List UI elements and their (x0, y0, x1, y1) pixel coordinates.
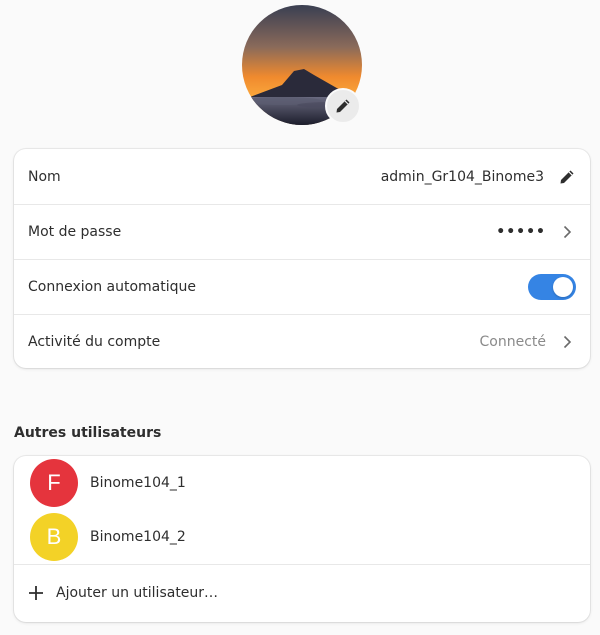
activity-status: Connecté (479, 334, 547, 350)
user-initial: F (47, 470, 61, 495)
user-name: Binome104_1 (90, 475, 186, 491)
account-settings-card: Nom admin_Gr104_Binome3 Mot de passe •••… (14, 149, 590, 368)
name-row: Nom admin_Gr104_Binome3 (14, 149, 590, 204)
user-initial: B (46, 524, 62, 549)
user-avatar-container (242, 5, 362, 125)
password-value: ••••• (496, 224, 546, 240)
autologin-toggle[interactable] (528, 274, 576, 300)
add-user-label: Ajouter un utilisateur… (56, 584, 219, 601)
plus-icon (28, 585, 44, 601)
other-users-card: F Binome104_1 B Binome104_2 Ajouter un u… (14, 456, 590, 622)
user-row-1[interactable]: F Binome104_1 (14, 456, 590, 510)
chevron-right-icon (558, 223, 576, 241)
add-user-button[interactable]: Ajouter un utilisateur… (14, 564, 590, 620)
name-label: Nom (28, 168, 61, 185)
name-value: admin_Gr104_Binome3 (380, 168, 544, 185)
toggle-knob (553, 277, 573, 297)
password-row[interactable]: Mot de passe ••••• (14, 204, 590, 259)
pencil-icon (335, 98, 351, 114)
other-users-heading: Autres utilisateurs (14, 425, 162, 441)
user-initial-avatar: B (30, 513, 78, 561)
chevron-right-icon (558, 333, 576, 351)
user-initial-avatar: F (30, 459, 78, 507)
avatar-edit-button[interactable] (325, 88, 361, 124)
password-label: Mot de passe (28, 224, 122, 240)
pencil-icon[interactable] (558, 168, 576, 186)
user-row-2[interactable]: B Binome104_2 (14, 510, 590, 564)
autologin-label: Connexion automatique (28, 279, 196, 295)
autologin-row: Connexion automatique (14, 259, 590, 314)
user-name: Binome104_2 (90, 529, 186, 545)
activity-label: Activité du compte (28, 334, 161, 350)
user-settings-page: Nom admin_Gr104_Binome3 Mot de passe •••… (0, 0, 600, 635)
account-activity-row[interactable]: Activité du compte Connecté (14, 314, 590, 368)
